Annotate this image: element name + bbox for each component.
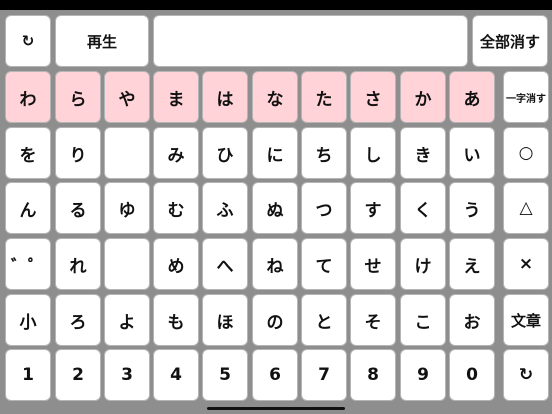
number-key[interactable]: 8 bbox=[350, 349, 396, 401]
number-key[interactable]: 6 bbox=[252, 349, 298, 401]
number-key[interactable]: 1 bbox=[5, 349, 51, 401]
kana-key-head[interactable]: は bbox=[202, 71, 248, 123]
kana-key[interactable]: せ bbox=[350, 238, 396, 290]
kana-key[interactable]: ぬ bbox=[252, 182, 298, 234]
kana-key-head[interactable]: か bbox=[400, 71, 446, 123]
kana-key[interactable]: と bbox=[301, 294, 347, 346]
kana-key-head[interactable]: あ bbox=[449, 71, 495, 123]
kana-key[interactable]: お bbox=[449, 294, 495, 346]
reset-button-bottom[interactable]: ↻ bbox=[503, 349, 549, 401]
reset-button[interactable]: ↻ bbox=[5, 15, 51, 67]
kana-key[interactable]: の bbox=[252, 294, 298, 346]
kana-key[interactable]: し bbox=[350, 127, 396, 179]
kana-key[interactable]: す bbox=[350, 182, 396, 234]
kana-key[interactable]: へ bbox=[202, 238, 248, 290]
kana-key[interactable]: ふ bbox=[202, 182, 248, 234]
triangle-key[interactable]: △ bbox=[503, 182, 549, 234]
number-key[interactable]: 3 bbox=[104, 349, 150, 401]
kana-key[interactable]: を bbox=[5, 127, 51, 179]
kana-key[interactable]: き bbox=[400, 127, 446, 179]
kana-key[interactable]: つ bbox=[301, 182, 347, 234]
kana-key[interactable]: う bbox=[449, 182, 495, 234]
cross-key[interactable]: × bbox=[503, 238, 549, 290]
number-key[interactable]: 5 bbox=[202, 349, 248, 401]
kana-key[interactable]: ほ bbox=[202, 294, 248, 346]
kana-key-head[interactable]: な bbox=[252, 71, 298, 123]
kana-key[interactable]: ろ bbox=[55, 294, 101, 346]
reset-icon: ↻ bbox=[21, 32, 35, 50]
kana-key[interactable]: く bbox=[400, 182, 446, 234]
kana-key[interactable]: え bbox=[449, 238, 495, 290]
number-key[interactable]: 2 bbox=[55, 349, 101, 401]
kana-key[interactable]: ゆ bbox=[104, 182, 150, 234]
kana-key[interactable]: て bbox=[301, 238, 347, 290]
kana-key[interactable]: み bbox=[153, 127, 199, 179]
circle-key[interactable]: ○ bbox=[503, 127, 549, 179]
kana-key[interactable]: こ bbox=[400, 294, 446, 346]
kana-key-head[interactable]: ま bbox=[153, 71, 199, 123]
kana-key[interactable]: い bbox=[449, 127, 495, 179]
kana-key[interactable]: る bbox=[55, 182, 101, 234]
kana-key[interactable]: に bbox=[252, 127, 298, 179]
home-indicator bbox=[207, 407, 345, 410]
kana-key-head[interactable]: た bbox=[301, 71, 347, 123]
kana-key[interactable]: ん bbox=[5, 182, 51, 234]
number-key[interactable]: 7 bbox=[301, 349, 347, 401]
kana-key[interactable]: そ bbox=[350, 294, 396, 346]
kana-key[interactable]: ゛゜ bbox=[5, 238, 51, 290]
clear-all-button[interactable]: 全部消す bbox=[472, 15, 548, 67]
kana-key-head[interactable]: や bbox=[104, 71, 150, 123]
kana-key[interactable]: ね bbox=[252, 238, 298, 290]
sentence-button[interactable]: 文章 bbox=[503, 294, 549, 346]
kana-key[interactable]: け bbox=[400, 238, 446, 290]
blank-key[interactable] bbox=[104, 238, 150, 290]
kana-key[interactable]: 小 bbox=[5, 294, 51, 346]
play-button[interactable]: 再生 bbox=[55, 15, 149, 67]
number-key[interactable]: 4 bbox=[153, 349, 199, 401]
kana-key-head[interactable]: わ bbox=[5, 71, 51, 123]
kana-key[interactable]: む bbox=[153, 182, 199, 234]
kana-key[interactable]: ひ bbox=[202, 127, 248, 179]
kana-key[interactable]: ち bbox=[301, 127, 347, 179]
delete-one-button[interactable]: 一字消す bbox=[503, 71, 549, 123]
blank-key[interactable] bbox=[104, 127, 150, 179]
kana-key[interactable]: よ bbox=[104, 294, 150, 346]
reset-icon: ↻ bbox=[518, 365, 534, 385]
kana-key-head[interactable]: ら bbox=[55, 71, 101, 123]
number-key[interactable]: 9 bbox=[400, 349, 446, 401]
kana-key[interactable]: り bbox=[55, 127, 101, 179]
input-display bbox=[153, 15, 468, 67]
kana-key[interactable]: れ bbox=[55, 238, 101, 290]
number-key[interactable]: 0 bbox=[449, 349, 495, 401]
status-bar bbox=[0, 0, 552, 10]
kana-key-head[interactable]: さ bbox=[350, 71, 396, 123]
kana-key[interactable]: も bbox=[153, 294, 199, 346]
kana-key[interactable]: め bbox=[153, 238, 199, 290]
